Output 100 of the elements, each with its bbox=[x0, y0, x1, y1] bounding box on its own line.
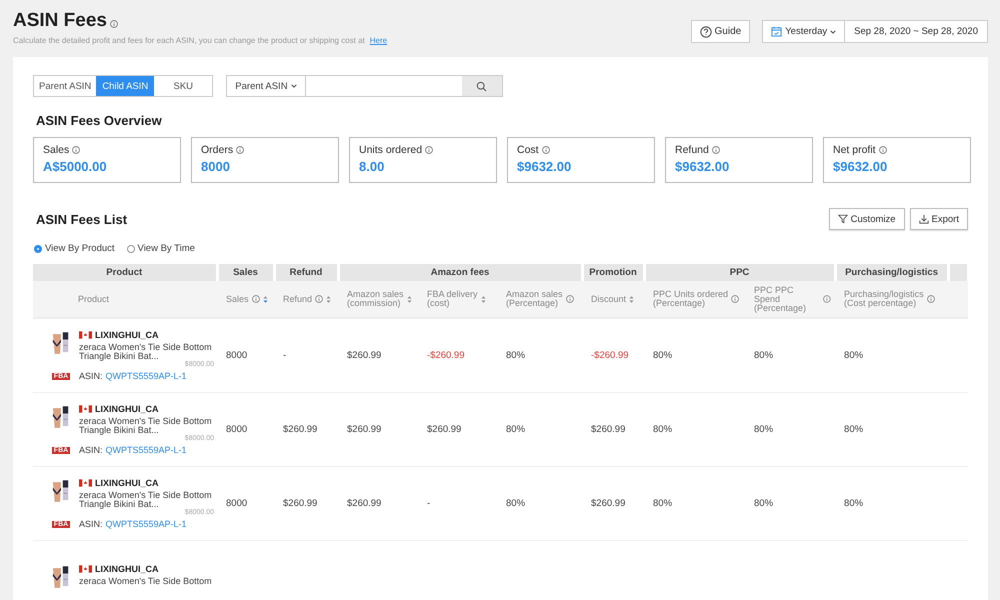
card-value: $9632.00 bbox=[833, 159, 888, 174]
table-cell: - bbox=[427, 498, 430, 509]
info-icon[interactable] bbox=[712, 146, 720, 154]
product-title[interactable]: zeraca Women's Tie Side Bottom Triangle Bikini Bat... bbox=[79, 491, 214, 509]
view-option[interactable]: View By Time bbox=[126, 243, 195, 254]
info-icon[interactable] bbox=[878, 146, 887, 154]
table-cell: $260.99 bbox=[427, 424, 462, 435]
card-label: Cost bbox=[517, 144, 539, 156]
info-icon[interactable] bbox=[236, 146, 244, 154]
filter-icon bbox=[838, 214, 848, 224]
table-cell: 80% bbox=[506, 424, 526, 435]
table-cell: - bbox=[283, 350, 286, 361]
section-title: ASIN Fees Overview bbox=[36, 113, 163, 128]
product-title[interactable]: zeraca Women's Tie Side Bottom Triangle Bikini Bat... bbox=[79, 343, 214, 361]
info-icon[interactable] bbox=[542, 146, 550, 154]
sort-icon[interactable] bbox=[480, 294, 486, 304]
column-header: Product bbox=[78, 294, 110, 304]
card-label: Sales bbox=[43, 144, 70, 156]
calendar-icon bbox=[771, 26, 782, 37]
column-group-header: Sales bbox=[217, 264, 274, 281]
table-cell: $260.99 bbox=[283, 424, 318, 435]
table-cell: $260.99 bbox=[347, 498, 382, 509]
sort-icon[interactable] bbox=[629, 294, 634, 304]
column-header: PPC Units ordered (Percentage) bbox=[653, 290, 728, 308]
info-icon[interactable] bbox=[72, 146, 80, 154]
flag-icon bbox=[79, 479, 92, 487]
column-group-header: Refund bbox=[274, 264, 338, 281]
table-cell: 80% bbox=[506, 498, 526, 509]
section-title: ASIN Fees List bbox=[36, 212, 128, 226]
card-value: $9632.00 bbox=[517, 159, 572, 174]
radio-button[interactable] bbox=[126, 244, 135, 252]
download-icon bbox=[918, 214, 929, 224]
table-cell: 80% bbox=[844, 498, 864, 509]
sort-icon[interactable] bbox=[326, 294, 332, 304]
sort-icon[interactable] bbox=[406, 294, 412, 304]
product-title[interactable]: zeraca Women's Tie Side Bottom Triangle Bikini Bat... bbox=[79, 417, 214, 435]
flag-icon bbox=[79, 331, 92, 339]
help-icon bbox=[700, 26, 712, 38]
customize-button[interactable]: Customize bbox=[828, 208, 905, 230]
column-group-header: Amazon fees bbox=[338, 264, 582, 281]
table-cell: 8000 bbox=[226, 350, 248, 361]
column-header: Refund bbox=[283, 294, 312, 304]
info-icon[interactable] bbox=[823, 295, 832, 303]
info-icon[interactable] bbox=[110, 20, 118, 28]
page-title: ASIN Fees bbox=[13, 10, 107, 32]
info-icon[interactable] bbox=[731, 295, 740, 303]
product-title[interactable]: zeraca Women's Tie Side Bottom bbox=[79, 576, 214, 586]
card-value: 8000 bbox=[201, 159, 231, 174]
guide-button[interactable]: Guide bbox=[690, 20, 750, 43]
table-cell: $260.99 bbox=[283, 498, 318, 509]
table-cell: 80% bbox=[754, 424, 774, 435]
info-icon[interactable] bbox=[926, 295, 935, 303]
info-icon[interactable] bbox=[566, 295, 574, 303]
table-cell: 8000 bbox=[226, 498, 248, 509]
table-cell: 80% bbox=[653, 424, 672, 435]
table-cell: 80% bbox=[653, 350, 672, 361]
shop-name: LIXINGHUI_CA bbox=[95, 478, 159, 488]
page-description: Calculate the detailed profit and fees for each ASIN, you can change the product or shipping cost at bbox=[13, 36, 365, 45]
table-cell: 80% bbox=[653, 498, 672, 509]
table-cell: 80% bbox=[754, 498, 774, 509]
table-cell: 80% bbox=[844, 350, 864, 361]
shop-name: LIXINGHUI_CA bbox=[95, 404, 159, 414]
table-cell: $260.99 bbox=[591, 498, 626, 509]
card-value: $9632.00 bbox=[675, 159, 730, 174]
table-cell: -$260.99 bbox=[427, 350, 465, 361]
caret-icon bbox=[830, 28, 836, 34]
asin-label: ASIN: bbox=[79, 445, 103, 455]
table-cell: 80% bbox=[506, 350, 526, 361]
card-value: A$5000.00 bbox=[43, 159, 108, 174]
period-dropdown[interactable]: Yesterday bbox=[762, 20, 846, 43]
table-cell: $260.99 bbox=[347, 424, 382, 435]
view-option[interactable]: View By Product bbox=[34, 243, 115, 254]
card-value: 8.00 bbox=[359, 159, 386, 174]
card-label: Units ordered bbox=[359, 144, 422, 156]
column-header: Amazon sales (commission) bbox=[347, 290, 404, 308]
table-cell: $260.99 bbox=[591, 424, 626, 435]
table-cell: $260.99 bbox=[347, 350, 382, 361]
asin-label: ASIN: bbox=[79, 371, 103, 381]
info-icon[interactable] bbox=[425, 146, 434, 154]
column-group-header: PPC bbox=[644, 264, 836, 281]
column-header: Sales bbox=[226, 294, 249, 304]
column-group-header: Promotion bbox=[582, 264, 644, 281]
flag-icon bbox=[79, 564, 92, 572]
table-cell: 80% bbox=[754, 350, 774, 361]
card-label: Refund bbox=[675, 144, 709, 156]
asin-label: ASIN: bbox=[79, 519, 103, 529]
radio-button[interactable] bbox=[34, 244, 42, 252]
column-header: Purchasing/logistics (Cost percentage) bbox=[844, 290, 924, 308]
table-cell: 80% bbox=[844, 424, 864, 435]
sort-icon[interactable] bbox=[262, 294, 268, 304]
column-group-header: Purchasing/logistics bbox=[835, 264, 948, 281]
info-icon[interactable] bbox=[315, 295, 324, 303]
card-label: Net profit bbox=[833, 144, 876, 156]
table-cell: 8000 bbox=[226, 424, 248, 435]
info-icon[interactable] bbox=[252, 295, 260, 303]
flag-icon bbox=[79, 405, 92, 413]
column-header: PPC PPC Spend (Percentage) bbox=[754, 286, 808, 312]
export-button[interactable]: Export bbox=[910, 208, 968, 230]
date-range-field[interactable]: Sep 28, 2020 ~ Sep 28, 2020 bbox=[845, 20, 988, 43]
shop-name: LIXINGHUI_CA bbox=[95, 330, 159, 340]
